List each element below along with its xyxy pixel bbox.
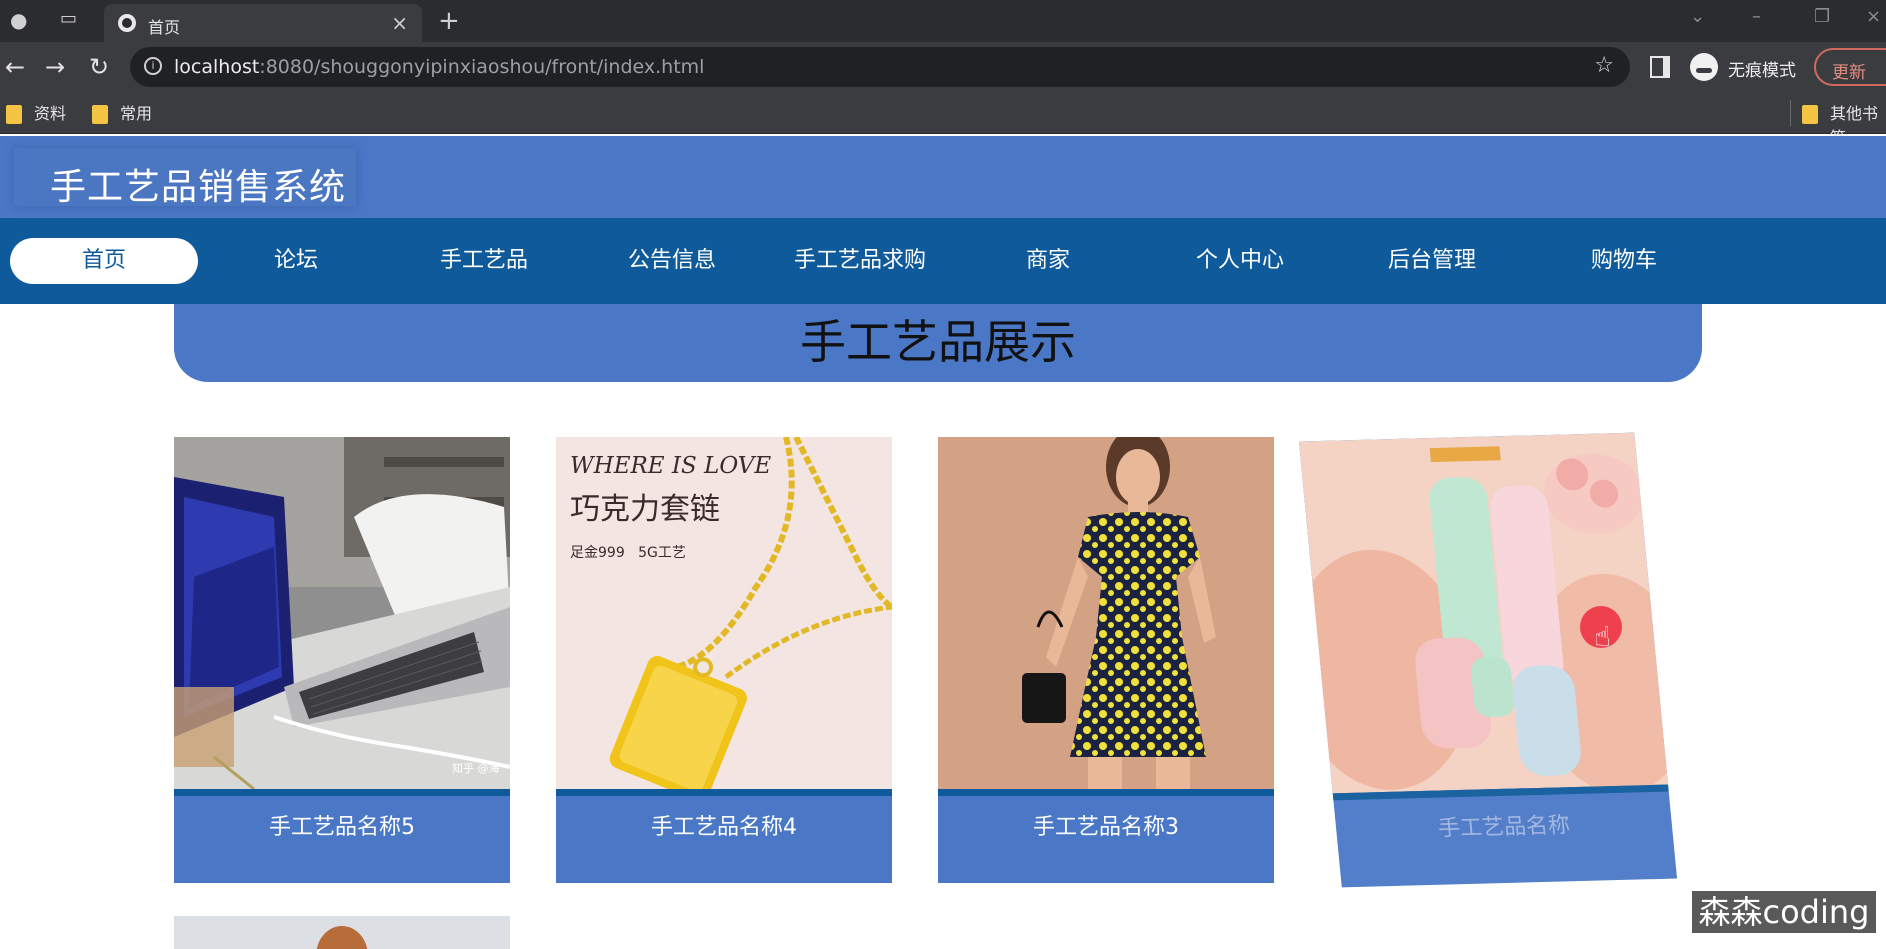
site-logo[interactable]: 手工艺品销售系统 — [14, 148, 356, 208]
url-path: :8080/shouggonyipinxiaoshou/front/index.… — [259, 56, 705, 78]
nav-item-cart[interactable]: 购物车 — [1530, 238, 1718, 284]
product-card[interactable]: 手工艺品名称 — [1298, 432, 1678, 888]
card-divider — [938, 789, 1274, 796]
bookmark-folder[interactable]: 资料 — [6, 102, 66, 126]
globe-icon[interactable]: ● — [10, 8, 27, 32]
product-card[interactable]: 知乎 @海 手工艺品名称5 — [174, 437, 510, 883]
image-watermark-text: 知乎 @海 — [452, 761, 500, 775]
divider — [1790, 100, 1791, 126]
site-header: 手工艺品销售系统 — [0, 136, 1886, 218]
minimize-icon[interactable]: – — [1752, 6, 1761, 27]
nav-item-craft-requests[interactable]: 手工艺品求购 — [766, 238, 954, 284]
card-divider — [556, 789, 892, 796]
restore-icon[interactable]: ❐ — [1814, 6, 1830, 27]
info-icon[interactable]: i — [144, 57, 162, 75]
product-card[interactable]: WHERE IS LOVE 巧克力套链 足金999 5G工艺 手工艺品名称4 — [556, 437, 892, 883]
image-title-text: 巧克力套链 — [570, 492, 720, 527]
close-icon[interactable]: × — [391, 11, 408, 35]
product-card[interactable]: 手工艺品名称3 — [938, 437, 1274, 883]
nav-item-forum[interactable]: 论坛 — [202, 238, 390, 284]
image-headline-text: WHERE IS LOVE — [570, 453, 771, 479]
update-button[interactable]: 更新 — [1814, 48, 1886, 86]
tab-title: 首页 — [148, 18, 181, 37]
address-bar[interactable]: i localhost:8080/shouggonyipinxiaoshou/f… — [130, 47, 1630, 87]
main-nav: 首页 论坛 手工艺品 公告信息 手工艺品求购 商家 个人中心 后台管理 购物车 — [0, 218, 1886, 304]
nav-item-home[interactable]: 首页 — [10, 238, 198, 284]
reload-icon[interactable]: ↻ — [84, 52, 114, 82]
nav-item-crafts[interactable]: 手工艺品 — [390, 238, 578, 284]
incognito-label[interactable]: 无痕模式 — [1728, 56, 1796, 81]
watermark: 森森coding — [1692, 891, 1876, 933]
close-window-icon[interactable]: × — [1866, 6, 1881, 27]
image-caption-text: 足金999 5G工艺 — [570, 545, 686, 561]
folder-icon — [92, 105, 108, 124]
product-name[interactable]: 手工艺品名称 — [1335, 805, 1673, 846]
other-bookmarks[interactable]: 其他书签 — [1802, 102, 1886, 147]
url-text[interactable]: localhost:8080/shouggonyipinxiaoshou/fro… — [174, 56, 704, 78]
section-banner: 手工艺品展示 — [174, 304, 1702, 382]
bookmark-folder[interactable]: 常用 — [92, 102, 152, 126]
hand-cursor-icon: ☝ — [1594, 620, 1612, 653]
bookmark-label: 资料 — [34, 104, 67, 123]
nav-item-admin[interactable]: 后台管理 — [1338, 238, 1526, 284]
tab-groups-icon[interactable]: ▭ — [60, 8, 77, 29]
forward-icon[interactable]: → — [40, 52, 70, 82]
bookmarks-bar: 资料 常用 其他书签 — [0, 94, 1886, 147]
section-title: 手工艺品展示 — [800, 315, 1076, 369]
url-host: localhost — [174, 56, 260, 78]
incognito-icon[interactable] — [1690, 53, 1718, 81]
browser-tab-bar: ● ▭ 首页 × + ⌄ – ❐ × — [0, 0, 1886, 42]
product-image[interactable]: 知乎 @海 — [174, 437, 510, 789]
side-panel-icon[interactable] — [1650, 56, 1670, 78]
card-divider — [174, 789, 510, 796]
browser-toolbar: ← → ↻ i localhost:8080/shouggonyipinxiao… — [0, 42, 1886, 94]
product-name[interactable]: 手工艺品名称3 — [938, 809, 1274, 841]
folder-icon — [6, 105, 22, 124]
folder-icon — [1802, 105, 1818, 124]
chevron-down-icon[interactable]: ⌄ — [1690, 6, 1705, 27]
nav-item-notices[interactable]: 公告信息 — [578, 238, 766, 284]
product-card[interactable] — [174, 916, 510, 949]
nav-item-profile[interactable]: 个人中心 — [1146, 238, 1334, 284]
star-icon[interactable]: ☆ — [1594, 53, 1614, 78]
product-image[interactable]: WHERE IS LOVE 巧克力套链 足金999 5G工艺 — [556, 437, 892, 789]
nav-item-merchants[interactable]: 商家 — [954, 238, 1142, 284]
product-image[interactable] — [938, 437, 1274, 789]
product-name[interactable]: 手工艺品名称4 — [556, 809, 892, 841]
new-tab-icon[interactable]: + — [438, 6, 460, 36]
browser-tab[interactable]: 首页 × — [104, 4, 422, 42]
bookmark-label: 常用 — [120, 104, 153, 123]
site-title: 手工艺品销售系统 — [50, 167, 347, 208]
back-icon[interactable]: ← — [0, 52, 30, 82]
globe-icon — [118, 14, 136, 32]
product-name[interactable]: 手工艺品名称5 — [174, 809, 510, 841]
